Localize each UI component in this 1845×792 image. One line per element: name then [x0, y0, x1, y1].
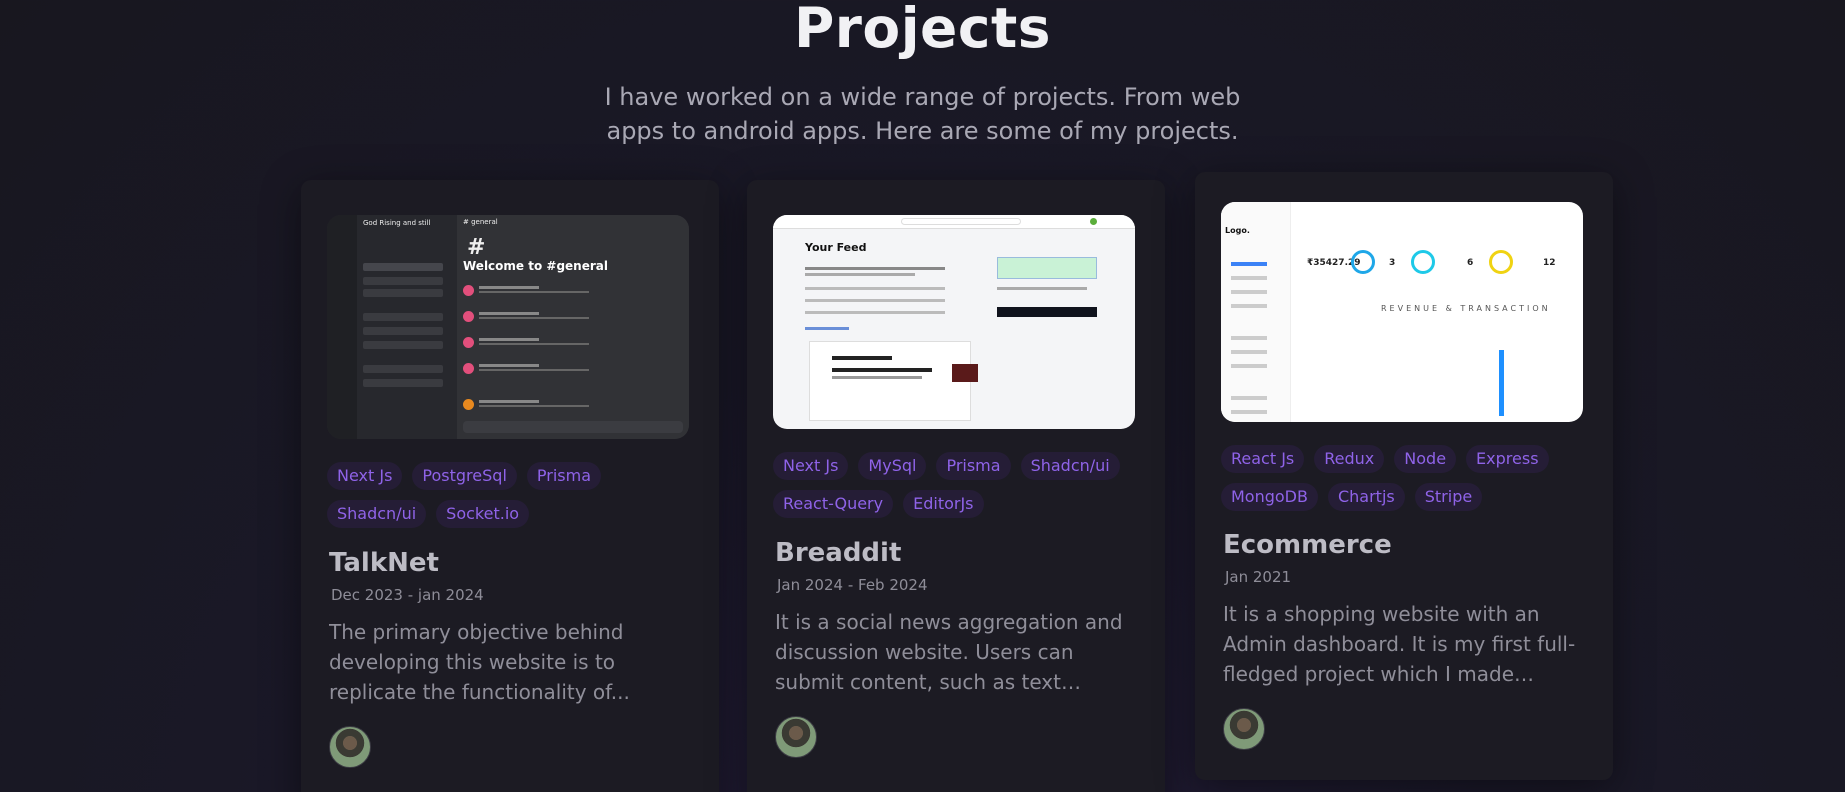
author-avatar [329, 726, 371, 768]
tech-tags: Next Js MySql Prisma Shadcn/ui React-Que… [773, 452, 1143, 518]
channel-sidebar: God Rising and still [357, 215, 457, 439]
tag: Socket.io [436, 500, 530, 528]
project-title[interactable]: TalkNet [329, 548, 439, 578]
project-thumbnail[interactable]: God Rising and still # general # Welcome… [327, 215, 689, 439]
create-box [997, 257, 1097, 279]
project-card-breaddit[interactable]: Your Feed Next Js MySql Prisma Shadcn/ui… [747, 180, 1165, 792]
server-rail [327, 215, 357, 439]
author-avatar [1223, 708, 1265, 750]
tag: Next Js [327, 462, 403, 490]
chart-heading: REVENUE & TRANSACTION [1381, 304, 1551, 313]
post-preview [809, 341, 978, 421]
chart-bar [1499, 350, 1504, 416]
ecommerce-preview: Logo. ₹35427.29 3 6 12 REVENUE & TRANSAC… [1221, 202, 1583, 422]
create-community-button [997, 307, 1097, 317]
feed-heading: Your Feed [805, 241, 867, 254]
tag: MySql [858, 452, 927, 480]
tag: Chartjs [1327, 483, 1405, 511]
tag: Redux [1314, 445, 1385, 473]
tech-tags: Next Js PostgreSql Prisma Shadcn/ui Sock… [327, 462, 697, 528]
tag: Stripe [1414, 483, 1483, 511]
project-title[interactable]: Ecommerce [1223, 530, 1392, 560]
admin-sidebar: Logo. [1221, 202, 1291, 422]
project-card-talknet[interactable]: God Rising and still # general # Welcome… [301, 180, 719, 792]
logo: Logo. [1225, 226, 1250, 235]
tag: Shadcn/ui [1020, 452, 1120, 480]
tag: EditorJs [903, 490, 984, 518]
tag: MongoDB [1221, 483, 1318, 511]
project-description: The primary objective behind developing … [329, 620, 630, 704]
section-subtitle: I have worked on a wide range of project… [604, 83, 1241, 145]
talknet-preview: God Rising and still # general # Welcome… [327, 215, 689, 439]
tag: React Js [1221, 445, 1305, 473]
tag: React-Query [773, 490, 894, 518]
tag: Node [1394, 445, 1457, 473]
tag: Prisma [526, 462, 602, 490]
tag: Express [1466, 445, 1549, 473]
project-date: Jan 2021 [1225, 568, 1292, 586]
welcome-heading: Welcome to #general [463, 259, 608, 273]
hash-icon: # [467, 235, 486, 260]
tag: PostgreSql [412, 462, 517, 490]
project-title[interactable]: Breaddit [775, 538, 901, 568]
section-title: Projects [793, 0, 1051, 60]
message-input [463, 421, 683, 433]
author-avatar [775, 716, 817, 758]
project-date: Jan 2024 - Feb 2024 [777, 576, 928, 594]
breaddit-preview: Your Feed [773, 215, 1135, 429]
channel-name: # general [463, 218, 498, 226]
tag: Shadcn/ui [327, 500, 427, 528]
project-description: It is a shopping website with an Admin d… [1223, 602, 1576, 686]
project-description: It is a social news aggregation and disc… [775, 610, 1123, 694]
chat-main: # general # Welcome to #general [457, 215, 689, 439]
top-nav [773, 215, 1135, 229]
tag: Prisma [936, 452, 1011, 480]
tech-tags: React Js Redux Node Express MongoDB Char… [1221, 445, 1591, 511]
project-thumbnail[interactable]: Logo. ₹35427.29 3 6 12 REVENUE & TRANSAC… [1221, 202, 1583, 422]
project-date: Dec 2023 - jan 2024 [331, 586, 484, 604]
project-thumbnail[interactable]: Your Feed [773, 215, 1135, 429]
project-card-ecommerce[interactable]: Logo. ₹35427.29 3 6 12 REVENUE & TRANSAC… [1195, 172, 1613, 780]
server-name: God Rising and still [363, 219, 431, 227]
tag: Next Js [773, 452, 849, 480]
